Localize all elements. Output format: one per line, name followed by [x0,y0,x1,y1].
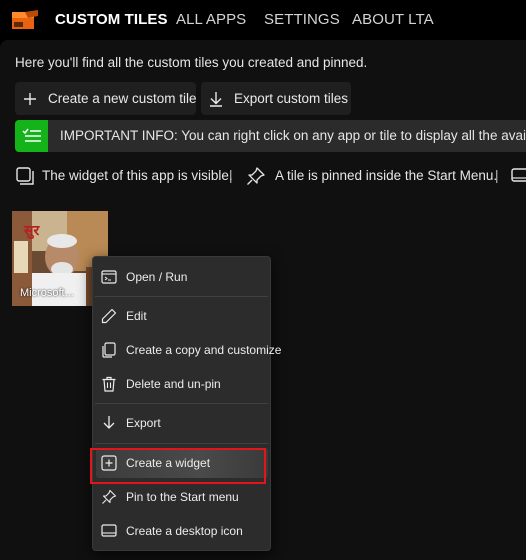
create-custom-tile-button[interactable]: Create a new custom tile [15,82,197,115]
menu-item-label: Delete and un-pin [126,377,221,391]
legend-separator: | [229,168,233,183]
legend-pinned-text: A tile is pinned inside the Start Menu. [275,168,498,183]
menu-item-pin-start[interactable]: Pin to the Start menu [96,482,268,512]
menu-item-desktop-icon[interactable]: Create a desktop icon [96,516,268,546]
menu-item-delete-unpin[interactable]: Delete and un-pin [96,369,268,399]
menu-divider [95,403,268,404]
legend-separator-2: | [495,168,499,183]
top-navigation: CUSTOM TILES ALL APPS SETTINGS ABOUT LTA [0,0,526,40]
menu-divider [95,443,268,444]
pin-icon [247,167,265,185]
download-arrow-icon [210,91,222,107]
menu-item-label: Open / Run [126,270,188,284]
run-icon [101,270,117,284]
checklist-icon [21,128,41,142]
create-custom-tile-label: Create a new custom tile [48,91,197,106]
menu-item-label: Export [126,416,161,430]
legend-widget-text: The widget of this app is visible. [42,168,233,183]
trash-icon [102,376,116,392]
tile-photo-sign-text: सुर [23,223,40,240]
annotation-highlight-box [90,448,266,484]
menu-divider [95,296,268,297]
menu-item-export[interactable]: Export [96,408,268,438]
menu-item-label: Edit [126,309,147,323]
download-arrow-icon [103,416,115,429]
tab-custom-tiles[interactable]: CUSTOM TILES [55,11,168,28]
plus-icon [24,92,36,105]
info-icon-box [15,120,48,152]
page-intro-text: Here you'll find all the custom tiles yo… [15,55,368,70]
desktop-icon [511,168,526,182]
export-custom-tiles-label: Export custom tiles [234,91,349,106]
app-logo-icon [12,10,38,29]
copy-icon [102,342,116,358]
widget-icon [16,167,34,185]
context-menu: Open / Run Edit Create a copy and custom… [92,256,281,551]
menu-item-create-copy[interactable]: Create a copy and customize [96,335,281,365]
desktop-icon [101,524,117,537]
important-info-bar: IMPORTANT INFO: You can right click on a… [15,120,526,152]
menu-item-label: Pin to the Start menu [126,490,239,504]
pin-icon [102,489,117,504]
menu-item-open-run[interactable]: Open / Run [96,262,268,292]
menu-item-label: Create a copy and customize [126,343,282,357]
export-custom-tiles-button[interactable]: Export custom tiles [201,82,351,115]
pencil-icon [101,308,117,324]
tab-settings[interactable]: SETTINGS [264,11,340,28]
tab-about-lta[interactable]: ABOUT LTA [352,11,434,28]
tile-label: Microsoft... [20,287,74,299]
important-info-text: IMPORTANT INFO: You can right click on a… [60,128,526,143]
menu-item-label: Create a desktop icon [126,524,243,538]
menu-item-edit[interactable]: Edit [96,301,268,331]
tab-all-apps[interactable]: ALL APPS [176,11,246,28]
